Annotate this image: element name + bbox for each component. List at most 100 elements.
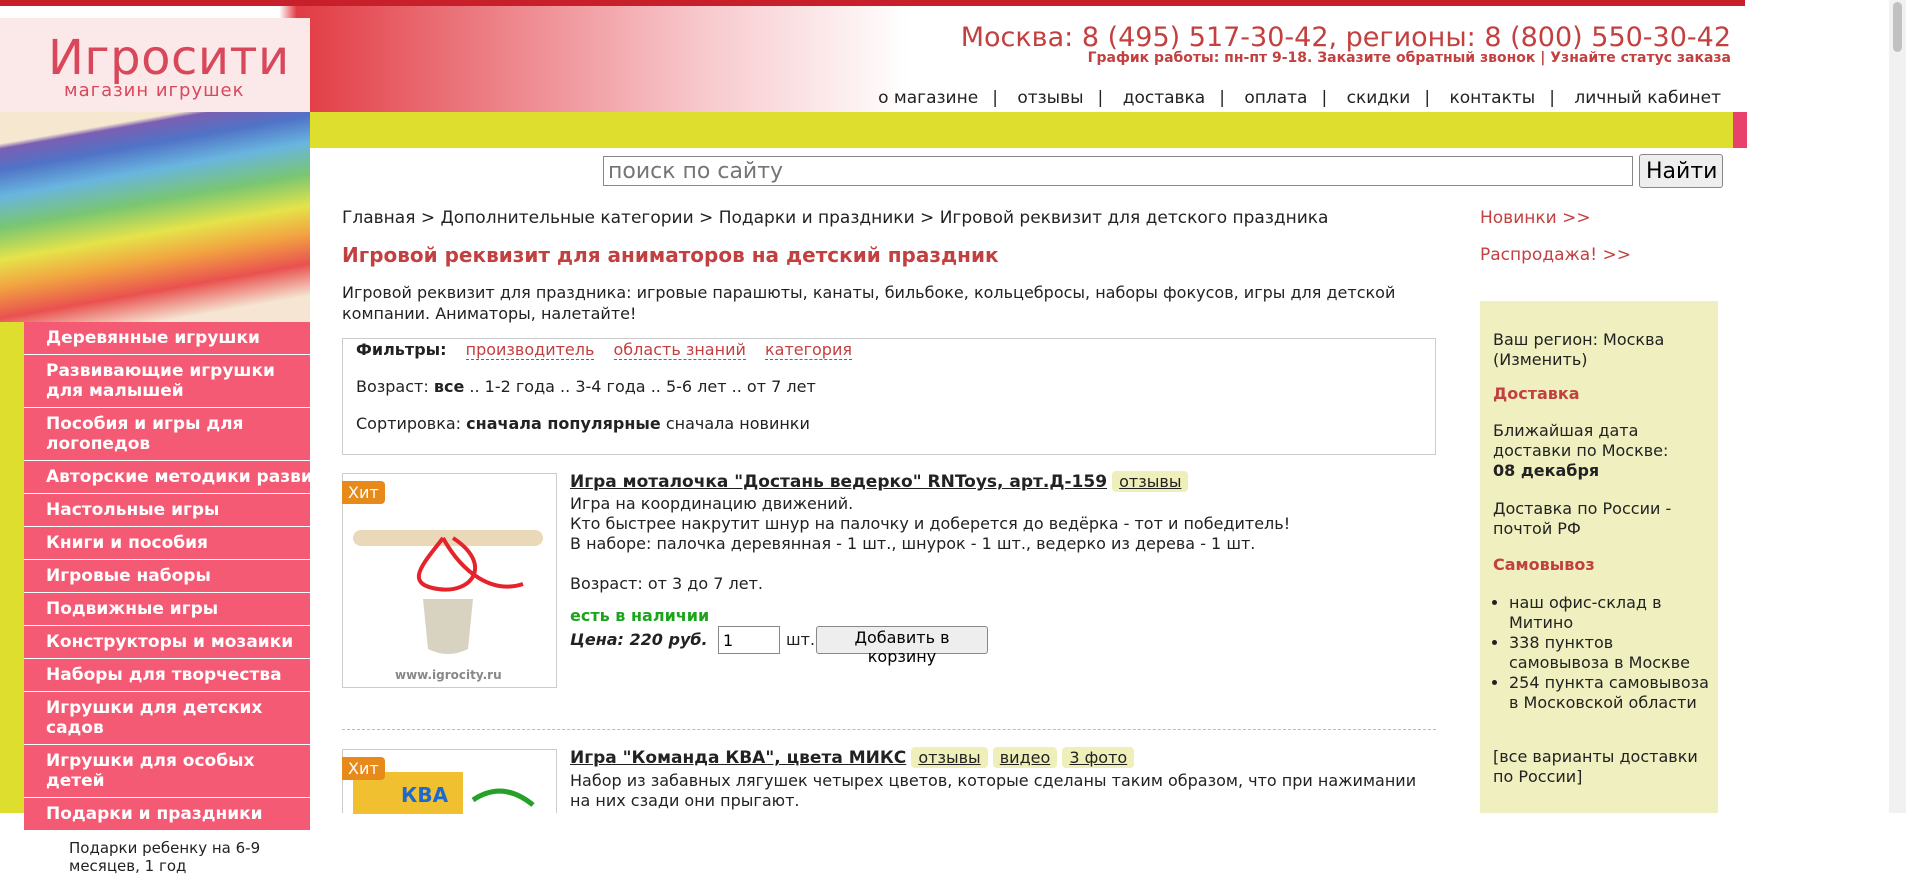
work-hours: График работы: пн-пт 9-18. Заказите обра… bbox=[1088, 50, 1731, 66]
region-change-link[interactable]: Изменить bbox=[1499, 350, 1581, 369]
hit-badge: Хит bbox=[342, 481, 385, 504]
search-button[interactable]: Найти bbox=[1639, 154, 1723, 188]
order-status-link[interactable]: Узнайте статус заказа bbox=[1550, 50, 1731, 66]
age-label: Возраст: bbox=[356, 377, 429, 396]
pickup-item: 254 пункта самовывоза в Московской облас… bbox=[1509, 673, 1709, 713]
delivery-info: Ваш регион: Москва (Изменить) Доставка Б… bbox=[1493, 330, 1709, 787]
nearest-delivery: Ближайшая дата доставки по Москве: bbox=[1493, 421, 1709, 461]
product-price: Цена: 220 руб. bbox=[570, 630, 708, 649]
category-menu: Деревянные игрушки Развивающие игрушки д… bbox=[24, 322, 345, 879]
breadcrumb-current: Игровой реквизит для детского праздника bbox=[939, 208, 1329, 228]
breadcrumb-home[interactable]: Главная bbox=[342, 208, 415, 228]
product-title[interactable]: Игра моталочка "Достань ведерко" RNToys,… bbox=[570, 472, 1107, 492]
category-item[interactable]: Игрушки для детских садов bbox=[24, 692, 310, 745]
nav-payment[interactable]: оплата bbox=[1244, 88, 1307, 108]
age-sep: .. bbox=[560, 377, 571, 396]
pickup-item: наш офис-склад в Митино bbox=[1509, 593, 1709, 633]
category-item[interactable]: Подвижные игры bbox=[24, 593, 310, 626]
nav-contacts[interactable]: контакты bbox=[1450, 88, 1536, 108]
pickup-region-link[interactable]: 254 пункта самовывоза в Московской облас… bbox=[1509, 673, 1709, 712]
callback-link[interactable]: Заказите обратный звонок bbox=[1317, 50, 1535, 66]
nearest-colon: : bbox=[1663, 441, 1669, 460]
product-age: Возраст: от 3 до 7 лет. bbox=[570, 574, 763, 593]
region-text: Ваш регион: Москва (Изменить) bbox=[1493, 330, 1665, 369]
add-to-cart-button[interactable]: Добавить в корзину bbox=[816, 626, 988, 666]
right-links: Новинки >> Распродажа! >> bbox=[1480, 208, 1631, 265]
category-item[interactable]: Конструкторы и мозаики bbox=[24, 626, 310, 659]
reviews-tag[interactable]: отзывы bbox=[1112, 471, 1189, 492]
subcategory-item[interactable]: Подарки ребенку на 6-9 месяцев, 1 год bbox=[24, 831, 310, 879]
category-item[interactable]: Игровые наборы bbox=[24, 560, 310, 593]
search-input[interactable] bbox=[603, 156, 1633, 186]
logo-subtitle: магазин игрушек bbox=[64, 80, 245, 101]
breadcrumb-sep: > bbox=[699, 208, 714, 228]
sort-label: Сортировка: bbox=[356, 414, 462, 433]
quantity-input[interactable] bbox=[718, 626, 780, 654]
nav-account[interactable]: личный кабинет bbox=[1574, 88, 1721, 108]
nav-reviews[interactable]: отзывы bbox=[1017, 88, 1083, 108]
new-items-link[interactable]: Новинки >> bbox=[1480, 208, 1591, 228]
category-item[interactable]: Игрушки для особых детей bbox=[24, 745, 310, 798]
nearest-delivery-link[interactable]: Ближайшая дата доставки по Москве bbox=[1493, 421, 1663, 460]
header-strip bbox=[0, 0, 1745, 6]
russia-delivery-link[interactable]: Доставка по России - почтой РФ bbox=[1493, 499, 1671, 538]
product-image[interactable] bbox=[342, 473, 557, 688]
nav-sep: | bbox=[1549, 88, 1555, 108]
category-item[interactable]: Наборы для творчества bbox=[24, 659, 310, 692]
pickup-list: наш офис-склад в Митино 338 пунктов само… bbox=[1493, 593, 1709, 713]
pickup-office-link[interactable]: наш офис-склад в Митино bbox=[1509, 593, 1662, 632]
product-title[interactable]: Игра "Команда КВА", цвета МИКС bbox=[570, 748, 906, 768]
sort-new[interactable]: сначала новинки bbox=[666, 414, 810, 433]
reviews-tag[interactable]: отзывы bbox=[911, 747, 988, 768]
breadcrumb-gifts[interactable]: Подарки и праздники bbox=[719, 208, 915, 228]
age-all: все bbox=[433, 377, 465, 396]
wooden-bucket bbox=[423, 599, 473, 654]
nav-sep: | bbox=[1424, 88, 1431, 108]
yellow-bar bbox=[310, 112, 1735, 148]
nav-discounts[interactable]: скидки bbox=[1347, 88, 1411, 108]
page-title: Игровой реквизит для аниматоров на детск… bbox=[342, 243, 999, 267]
video-tag[interactable]: видео bbox=[992, 747, 1058, 768]
all-delivery-options-link[interactable]: [все варианты доставки по России] bbox=[1493, 747, 1698, 786]
filter-knowledge[interactable]: область знаний bbox=[613, 340, 746, 360]
age-option[interactable]: от 7 лет bbox=[747, 377, 816, 396]
filter-manufacturer[interactable]: производитель bbox=[465, 340, 595, 360]
box-text: КВА bbox=[401, 783, 449, 807]
product-header: Игра моталочка "Достань ведерко" RNToys,… bbox=[570, 471, 1189, 492]
category-item-active[interactable]: Подарки и праздники bbox=[24, 798, 310, 831]
logo-title[interactable]: Игросити bbox=[48, 30, 290, 86]
category-item[interactable]: Пособия и игры для логопедов bbox=[24, 408, 310, 461]
description-line: Игра на координацию движений. bbox=[570, 494, 854, 513]
hours-sep: | bbox=[1540, 50, 1546, 66]
pickup-moscow-link[interactable]: 338 пунктов самовывоза в Москве bbox=[1509, 633, 1690, 672]
description-line: Набор из забавных лягушек четырех цветов… bbox=[570, 771, 1417, 810]
product-description: Набор из забавных лягушек четырех цветов… bbox=[570, 771, 1420, 811]
nav-about[interactable]: о магазине bbox=[878, 88, 978, 108]
description-line: В наборе: палочка деревянная - 1 шт., шн… bbox=[570, 534, 1256, 553]
phone-numbers: Москва: 8 (495) 517-30-42, регионы: 8 (8… bbox=[960, 22, 1731, 53]
scrollbar-thumb[interactable] bbox=[1893, 2, 1902, 52]
category-item[interactable]: Настольные игры bbox=[24, 494, 310, 527]
age-option[interactable]: 3-4 года bbox=[575, 377, 645, 396]
age-option[interactable]: 5-6 лет bbox=[666, 377, 727, 396]
nav-delivery[interactable]: доставка bbox=[1123, 88, 1206, 108]
breadcrumb-sep: > bbox=[920, 208, 935, 228]
photos-tag[interactable]: 3 фото bbox=[1062, 747, 1135, 768]
category-item[interactable]: Развивающие игрушки для малышей bbox=[24, 355, 310, 408]
yellow-bar-accent bbox=[1733, 112, 1747, 148]
category-item[interactable]: Авторские методики развития bbox=[24, 461, 345, 494]
scrollbar[interactable] bbox=[1889, 0, 1906, 813]
nav-sep: | bbox=[1321, 88, 1328, 108]
quantity-unit: шт. bbox=[786, 630, 816, 649]
sidebar-stripe bbox=[0, 322, 24, 813]
nav-sep: | bbox=[992, 88, 998, 108]
age-option[interactable]: 1-2 года bbox=[485, 377, 555, 396]
sale-link[interactable]: Распродажа! >> bbox=[1480, 245, 1631, 265]
category-item[interactable]: Книги и пособия bbox=[24, 527, 310, 560]
filter-category[interactable]: категория bbox=[764, 340, 852, 360]
hit-badge: Хит bbox=[342, 757, 385, 780]
breadcrumb-extra[interactable]: Дополнительные категории bbox=[441, 208, 694, 228]
category-item[interactable]: Деревянные игрушки bbox=[24, 322, 310, 355]
age-sep: .. bbox=[469, 377, 480, 396]
delivery-heading: Доставка bbox=[1493, 384, 1580, 403]
